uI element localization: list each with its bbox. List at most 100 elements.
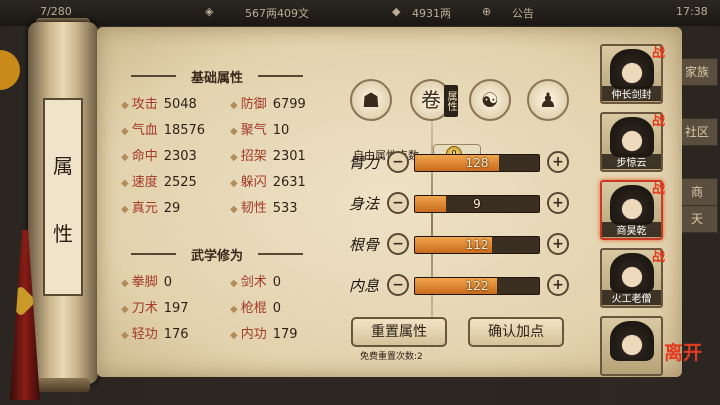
avatar	[610, 185, 654, 225]
diamond-icon: ◆	[121, 330, 129, 341]
diamond-icon: ◆	[230, 152, 238, 163]
avatar	[610, 321, 654, 361]
attr-value: 18576	[163, 123, 206, 138]
attr-value: 2525	[163, 175, 197, 190]
attr-row: ◆ 拳脚 0	[121, 271, 172, 290]
side-tab-community[interactable]: 社区	[676, 118, 718, 146]
add-currency-icon[interactable]: ⊕	[482, 5, 491, 18]
energy-counter: 7/280	[40, 5, 72, 18]
stat-name: 内息	[349, 277, 380, 295]
stat-name: 臂力	[349, 154, 380, 172]
attr-label: 速度	[131, 175, 158, 190]
notice-button[interactable]: 公告	[512, 5, 534, 21]
diamond-icon: ◆	[121, 126, 129, 137]
avatar	[610, 117, 654, 157]
diamond-icon: ◆	[230, 304, 238, 315]
attr-label: 拳脚	[131, 275, 158, 290]
attr-label: 气血	[131, 123, 158, 138]
plus-icon[interactable]: +	[547, 233, 569, 255]
attr-row: ◆ 气血 18576	[121, 119, 205, 138]
attr-label: 枪棍	[240, 301, 267, 316]
clock: 17:38	[676, 5, 708, 18]
silver-icon: ◆	[392, 5, 401, 18]
stat-value: 128	[465, 156, 489, 170]
attr-value: 179	[272, 327, 298, 342]
stat-bar: 112	[414, 236, 540, 254]
stat-value: 112	[465, 238, 489, 252]
figure-icon[interactable]: ♟	[527, 79, 569, 121]
attr-value: 176	[163, 327, 189, 342]
side-tab-sky[interactable]: 天	[676, 205, 718, 233]
top-status-bar: 7/280 ◈ 567两409文 ◆ 4931两 ⊕ 公告 17:38	[0, 0, 720, 26]
attr-label: 聚气	[240, 123, 267, 138]
page-title: 属 性	[43, 98, 83, 296]
roster-card[interactable]	[600, 316, 663, 376]
attr-label: 轻功	[131, 327, 158, 342]
attr-value: 0	[272, 275, 281, 290]
stat-value: 9	[473, 197, 481, 211]
copper-currency: 567两409文	[245, 7, 309, 20]
hat-icon[interactable]: ☗	[350, 79, 392, 121]
plus-icon[interactable]: +	[547, 151, 569, 173]
reset-attributes-button[interactable]: 重置属性	[351, 317, 447, 347]
tab-attributes-badge: 属性	[444, 85, 458, 117]
battle-badge: 战	[651, 114, 665, 129]
attr-value: 6799	[272, 97, 306, 112]
close-button[interactable]: 离开	[664, 338, 702, 365]
attr-row: ◆ 招架 2301	[230, 145, 306, 164]
coin-icon: ◈	[205, 5, 214, 18]
attr-row: ◆ 聚气 10	[230, 119, 289, 138]
minus-icon[interactable]: −	[387, 192, 409, 214]
diamond-icon: ◆	[121, 278, 129, 289]
minus-icon[interactable]: −	[387, 274, 409, 296]
diamond-icon: ◆	[121, 100, 129, 111]
attr-value: 2303	[163, 149, 197, 164]
roster-card[interactable]: 仲长剑封 战	[600, 44, 665, 104]
diamond-icon: ◆	[230, 100, 238, 111]
attr-value: 197	[163, 301, 189, 316]
battle-badge: 战	[651, 250, 665, 265]
attr-row: ◆ 枪棍 0	[230, 297, 281, 316]
diamond-icon: ◆	[230, 178, 238, 189]
taiji-icon[interactable]: ☯	[469, 79, 511, 121]
attr-value: 0	[163, 275, 172, 290]
side-tab-shop[interactable]: 商	[676, 178, 718, 206]
attr-value: 10	[272, 123, 290, 138]
avatar	[610, 253, 654, 293]
stat-name: 根骨	[349, 236, 380, 254]
attr-row: ◆ 剑术 0	[230, 271, 281, 290]
scroll-rod-cap-bottom	[36, 378, 90, 392]
attr-label: 招架	[240, 149, 267, 164]
plus-icon[interactable]: +	[547, 192, 569, 214]
confirm-points-button[interactable]: 确认加点	[468, 317, 564, 347]
stat-bar: 122	[414, 277, 540, 295]
attr-label: 刀术	[131, 301, 158, 316]
attr-label: 韧性	[240, 201, 267, 216]
basic-attributes-title: 基础属性	[131, 67, 303, 86]
plus-icon[interactable]: +	[547, 274, 569, 296]
attr-label: 躲闪	[240, 175, 267, 190]
stat-bar: 9	[414, 195, 540, 213]
battle-badge: 战	[651, 46, 665, 61]
attr-row: ◆ 真元 29	[121, 197, 180, 216]
diamond-icon: ◆	[121, 178, 129, 189]
attr-label: 真元	[131, 201, 158, 216]
attr-label: 命中	[131, 149, 158, 164]
attr-row: ◆ 轻功 176	[121, 323, 189, 342]
side-tab-family[interactable]: 家族	[676, 58, 718, 86]
minus-icon[interactable]: −	[387, 233, 409, 255]
attr-value: 533	[272, 201, 298, 216]
roster-card[interactable]: 火工老僧 战	[600, 248, 665, 308]
free-reset-count: 免费重置次数:2	[360, 352, 423, 362]
attr-row: ◆ 攻击 5048	[121, 93, 197, 112]
diamond-icon: ◆	[230, 278, 238, 289]
roster-card[interactable]: 步惊云 战	[600, 112, 665, 172]
diamond-icon: ◆	[230, 204, 238, 215]
diamond-icon: ◆	[121, 152, 129, 163]
minus-icon[interactable]: −	[387, 151, 409, 173]
attr-value: 5048	[163, 97, 197, 112]
roster-card-selected[interactable]: 商昊乾 战	[600, 180, 665, 240]
attr-value: 29	[163, 201, 181, 216]
attr-row: ◆ 速度 2525	[121, 171, 197, 190]
attr-row: ◆ 内功 179	[230, 323, 298, 342]
